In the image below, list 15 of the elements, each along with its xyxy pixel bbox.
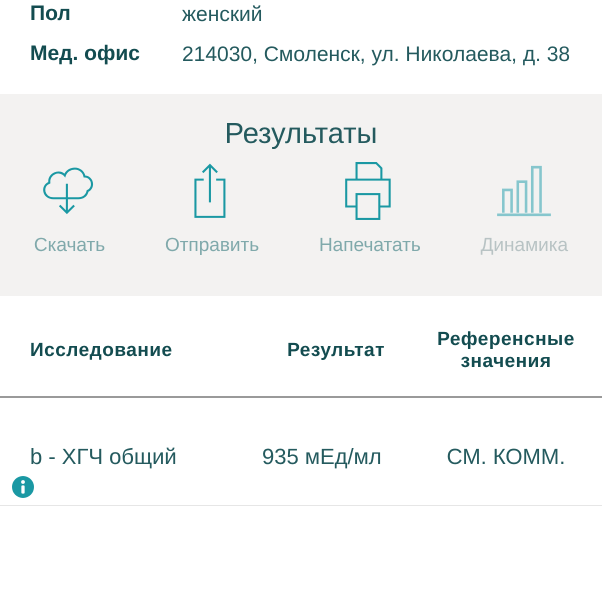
table-cell: b - ХГЧ общий (30, 444, 177, 470)
section-title: Результаты (224, 118, 378, 151)
field-value: женский (182, 2, 264, 28)
column-header: Результат (286, 340, 386, 362)
action-button[interactable]: Скачать (34, 161, 106, 257)
table-cell: 935 мЕд/мл (262, 444, 382, 470)
info-icon[interactable] (12, 476, 34, 498)
field-label: Мед. офис (30, 42, 141, 67)
action-button[interactable]: Отправить (164, 161, 260, 257)
column-header: Референсные значения (436, 329, 576, 373)
table-cell: СМ. КОММ. (446, 444, 566, 470)
field-value: 214030, Смоленск, ул. Николаева, д. 38 (182, 42, 572, 68)
column-header: Исследование (30, 340, 174, 362)
action-button[interactable]: Напечатать (318, 161, 421, 257)
field-label: Пол (30, 2, 72, 27)
